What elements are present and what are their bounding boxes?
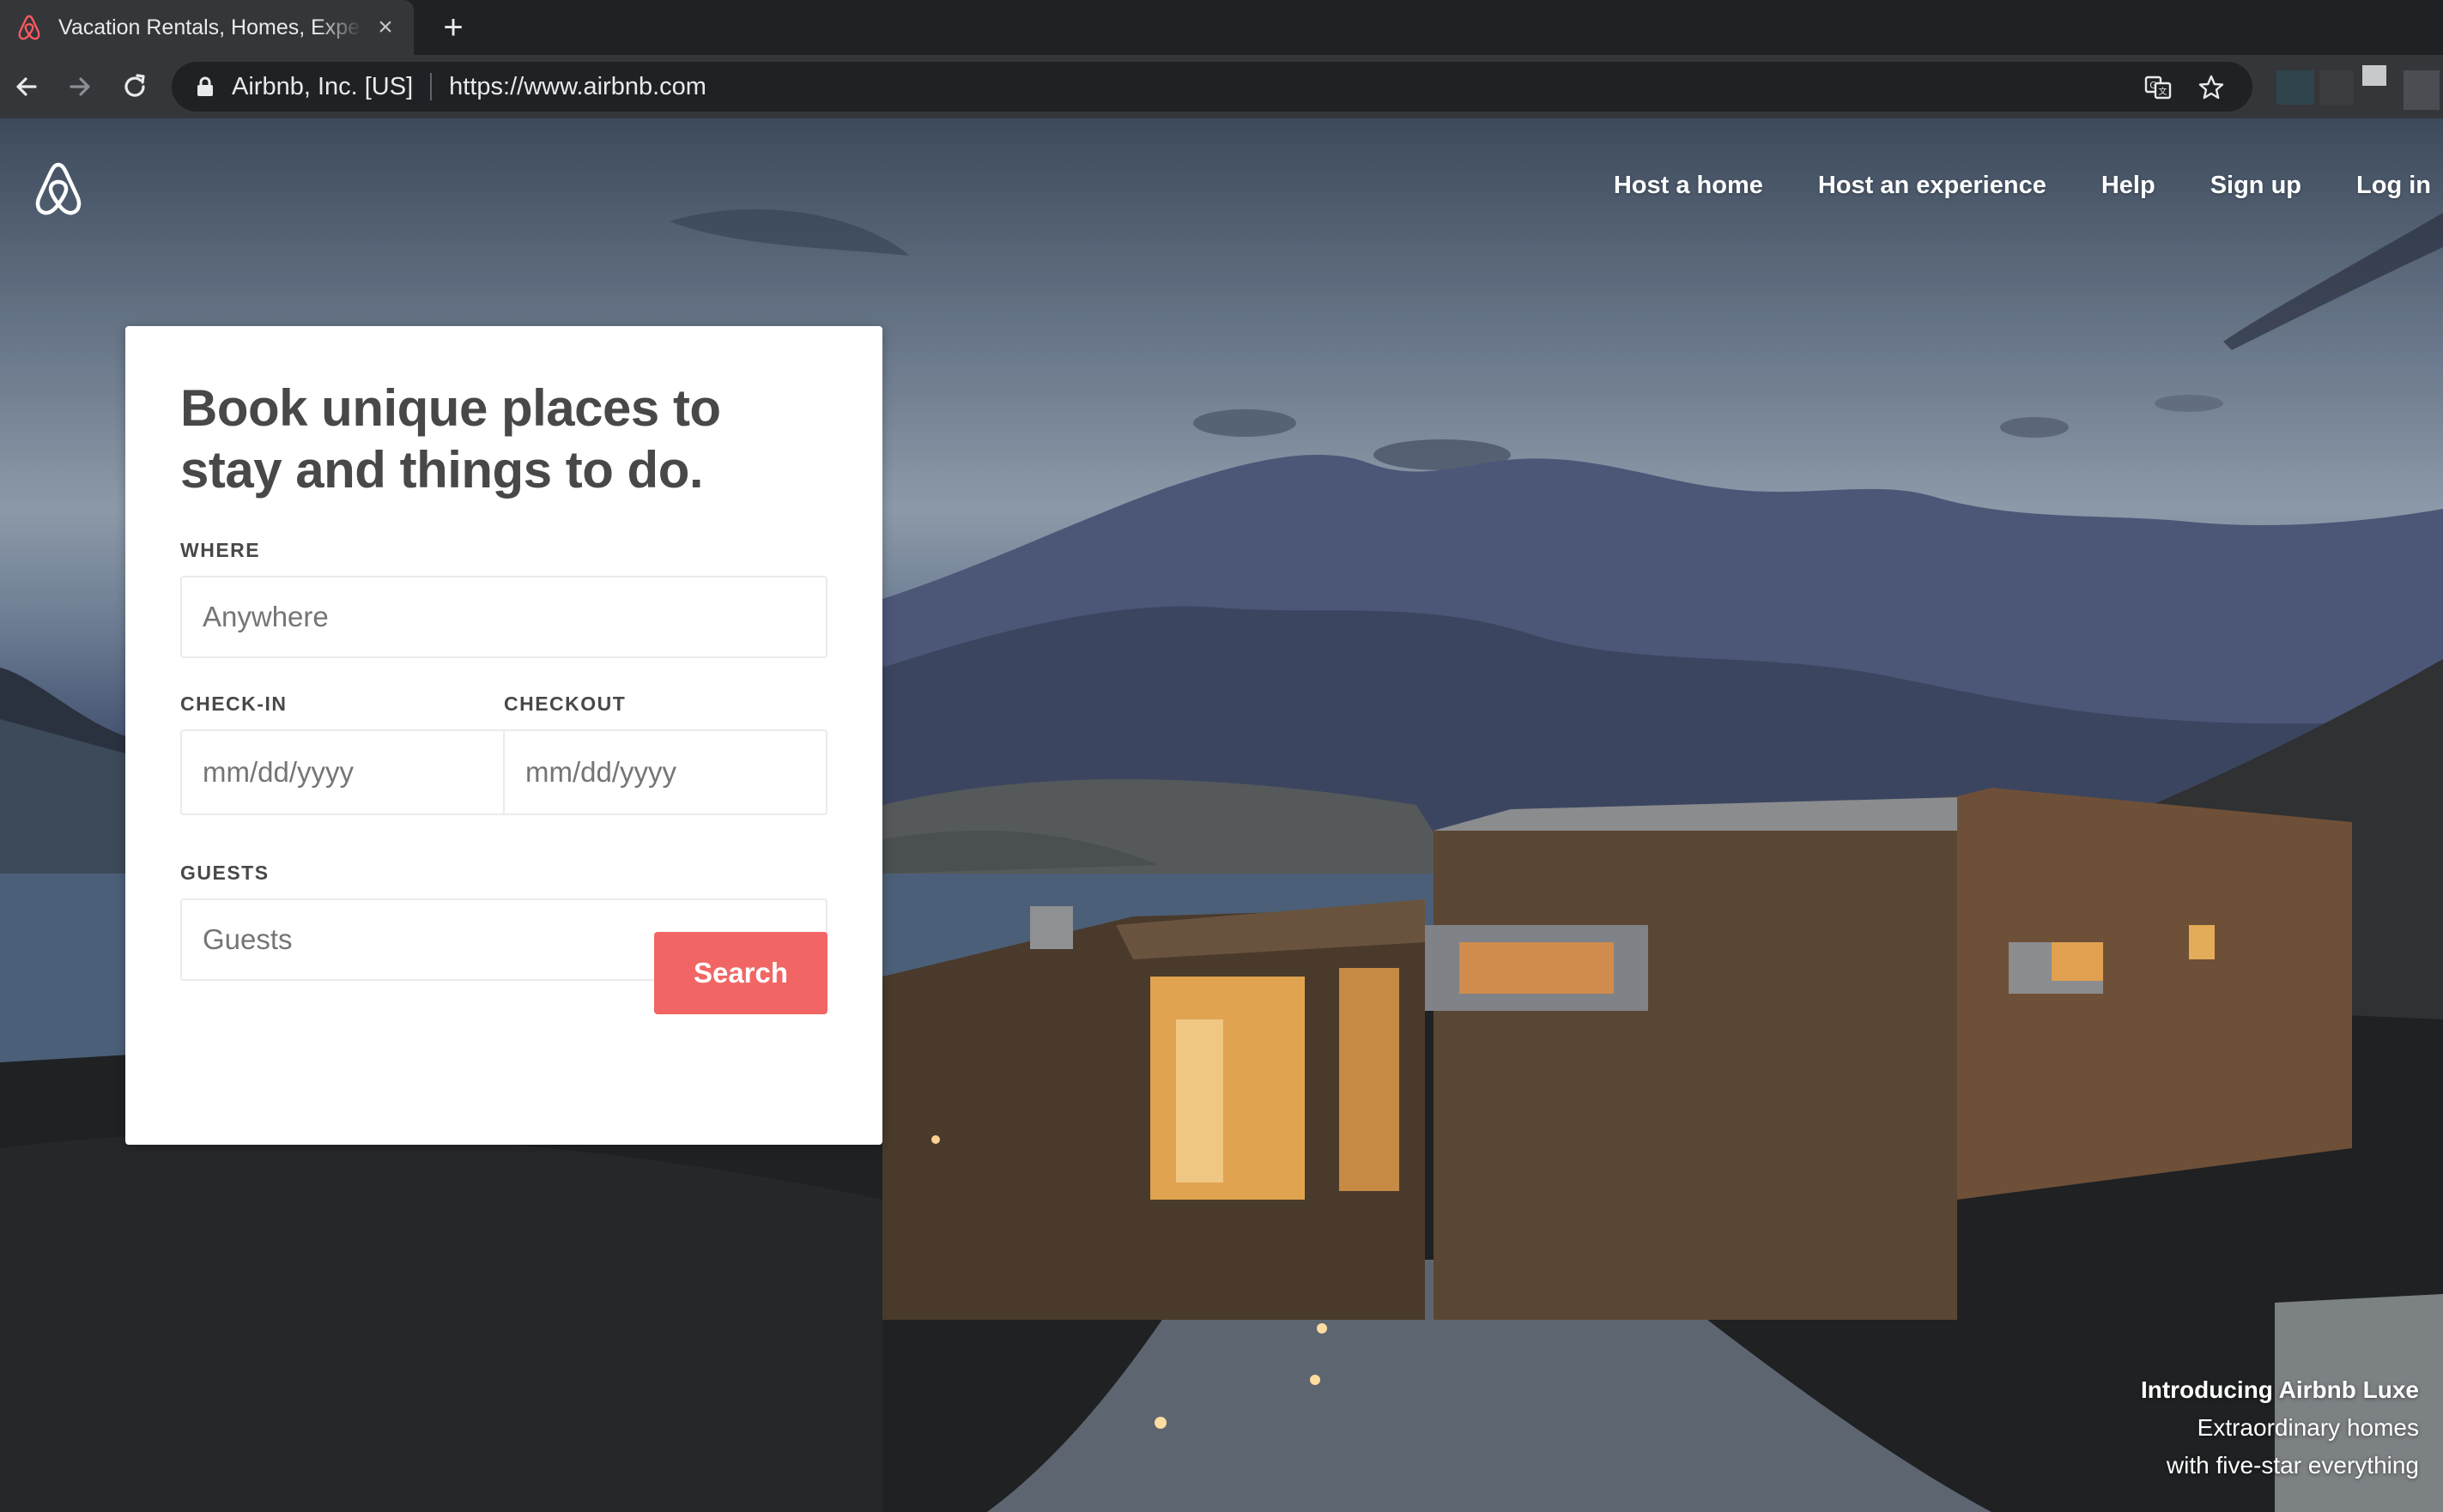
svg-text:文: 文 <box>2159 86 2167 97</box>
date-range-picker: mm/dd/yyyy mm/dd/yyyy <box>180 729 827 815</box>
star-icon[interactable] <box>2197 74 2225 101</box>
browser-tab-strip: Vacation Rentals, Homes, Experiences & P… <box>0 0 2443 55</box>
lock-icon <box>197 76 213 96</box>
extension-icon[interactable] <box>2319 70 2354 105</box>
checkin-label: CHECK-IN <box>180 692 288 715</box>
forward-arrow-icon[interactable] <box>62 69 98 105</box>
search-button[interactable]: Search <box>654 932 827 1014</box>
site-organization: Airbnb, Inc. [US] <box>232 72 414 100</box>
nav-help[interactable]: Help <box>2101 172 2155 200</box>
address-bar[interactable]: Airbnb, Inc. [US] https://www.airbnb.com… <box>172 62 2252 112</box>
checkout-label: CHECKOUT <box>504 692 627 715</box>
where-label: WHERE <box>180 539 261 561</box>
airbnb-logo-icon[interactable] <box>31 160 86 218</box>
extension-icon[interactable] <box>2362 65 2386 86</box>
guests-label: GUESTS <box>180 862 270 884</box>
nav-host-experience[interactable]: Host an experience <box>1818 172 2046 200</box>
search-card: Book unique places to stay and things to… <box>125 326 882 1145</box>
browser-tab[interactable]: Vacation Rentals, Homes, Experiences & P… <box>0 0 414 55</box>
checkout-input[interactable]: mm/dd/yyyy <box>503 731 826 813</box>
extension-icon[interactable] <box>2276 70 2314 105</box>
translate-icon[interactable]: G 文 <box>2144 74 2172 101</box>
profile-avatar[interactable] <box>2404 70 2440 110</box>
nav-sign-up[interactable]: Sign up <box>2210 172 2301 200</box>
guests-value: Guests <box>203 923 293 955</box>
top-nav: Host a home Host an experience Help Sign… <box>1614 172 2431 200</box>
svg-text:G: G <box>2149 80 2157 91</box>
luxe-promo-line: with five-star everything <box>2166 1452 2419 1479</box>
tab-title: Vacation Rentals, Homes, Experiences & P… <box>58 15 362 39</box>
checkin-input[interactable]: mm/dd/yyyy <box>182 731 503 813</box>
luxe-promo-title: Introducing Airbnb Luxe <box>2140 1376 2419 1403</box>
airbnb-logo-icon <box>18 15 40 40</box>
nav-host-home[interactable]: Host a home <box>1614 172 1763 200</box>
page-title: Book unique places to stay and things to… <box>180 379 721 499</box>
reload-icon[interactable] <box>117 69 153 105</box>
nav-log-in[interactable]: Log in <box>2356 172 2431 200</box>
tab-close-icon[interactable]: × <box>373 15 398 40</box>
url-text[interactable]: https://www.airbnb.com <box>449 73 706 101</box>
airbnb-homepage: Host a home Host an experience Help Sign… <box>0 118 2443 1512</box>
browser-toolbar: Airbnb, Inc. [US] https://www.airbnb.com… <box>0 55 2443 118</box>
new-tab-button[interactable]: + <box>436 10 470 45</box>
back-arrow-icon[interactable] <box>9 69 45 105</box>
address-separator <box>430 73 433 100</box>
luxe-promo[interactable]: Introducing Airbnb Luxe Extraordinary ho… <box>2141 1371 2419 1485</box>
where-input[interactable]: Anywhere <box>180 576 827 658</box>
date-labels: CHECK-IN CHECKOUT <box>180 692 827 716</box>
luxe-promo-line: Extraordinary homes <box>2197 1414 2419 1441</box>
